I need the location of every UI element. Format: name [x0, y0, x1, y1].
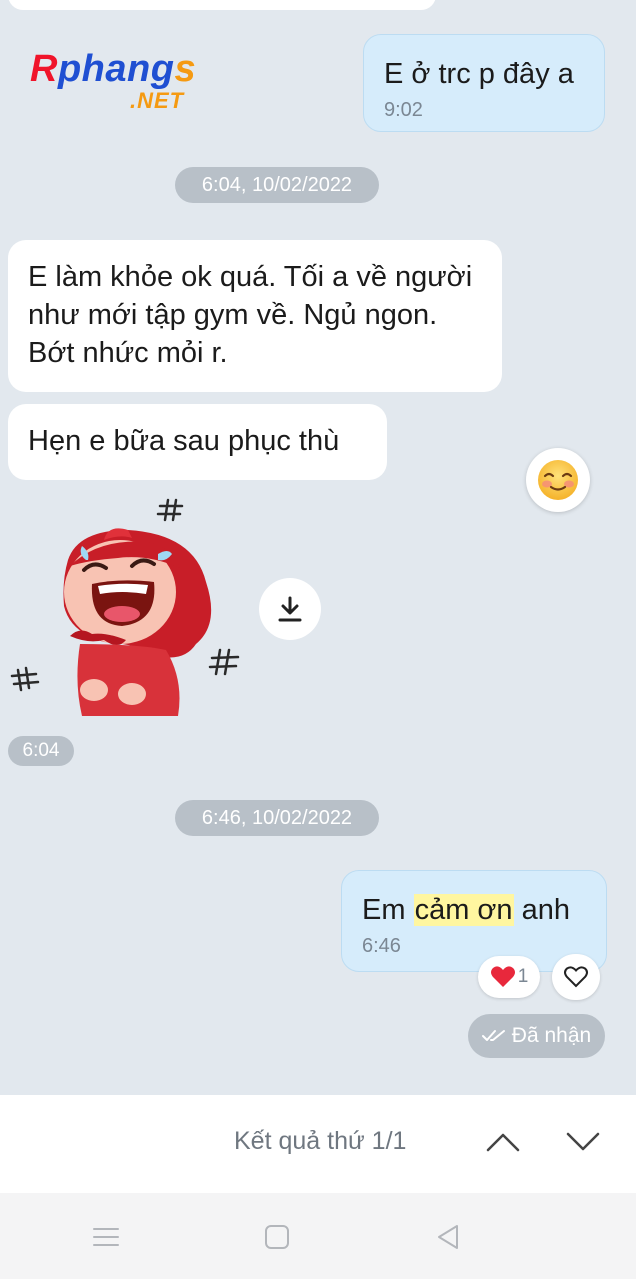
search-result-text: Kết quả thứ 1/1	[234, 1127, 407, 1155]
message-time: 6:46	[362, 935, 401, 957]
recent-apps-button[interactable]	[86, 1217, 126, 1257]
incoming-message[interactable]: E làm khỏe ok quá. Tối a về người như mớ…	[8, 240, 502, 392]
laughing-girl-sticker[interactable]	[8, 494, 248, 726]
back-button[interactable]	[428, 1217, 468, 1257]
search-highlight: cảm ơn	[413, 894, 514, 926]
menu-icon	[93, 1228, 119, 1246]
heart-outline-icon	[564, 966, 588, 988]
outgoing-message[interactable]: E ở trc p đây a 9:02	[363, 34, 605, 132]
blushing-emoji-reaction-button[interactable]	[526, 448, 590, 512]
blush-face-icon	[538, 460, 578, 500]
search-result-bar: Kết quả thứ 1/1	[0, 1095, 636, 1193]
square-icon	[265, 1225, 289, 1249]
message-text: E ở trc p đây a	[384, 58, 574, 90]
heart-icon	[490, 966, 515, 987]
incoming-message[interactable]: Hẹn e bữa sau phục thù	[8, 404, 387, 480]
reaction-count-badge[interactable]: 1	[478, 956, 540, 998]
watermark-logo: Rphangs .NET	[30, 48, 197, 113]
message-text: E làm khỏe ok quá. Tối a về người như mớ…	[28, 261, 473, 369]
previous-result-button[interactable]	[480, 1119, 526, 1165]
message-text: Hẹn e bữa sau phục thù	[28, 425, 340, 457]
chevron-down-icon	[566, 1132, 600, 1151]
sticker-time: 6:04	[8, 736, 74, 766]
download-button[interactable]	[259, 578, 321, 640]
system-navigation-bar	[0, 1193, 636, 1279]
download-icon	[278, 596, 302, 622]
sticker-image	[10, 498, 240, 716]
chat-area: Rphangs .NET E ở trc p đây a 9:02 6:04, …	[0, 0, 636, 1095]
react-heart-button[interactable]	[552, 954, 600, 1000]
double-check-icon	[481, 1030, 505, 1041]
reaction-count: 1	[517, 966, 529, 987]
status-label: Đã nhận	[511, 1024, 592, 1047]
back-triangle-icon	[438, 1225, 458, 1249]
message-text: Em cảm ơn anh	[362, 894, 571, 926]
message-time: 9:02	[384, 99, 423, 121]
home-button[interactable]	[257, 1217, 297, 1257]
next-result-button[interactable]	[560, 1119, 606, 1165]
previous-message-bubble[interactable]	[8, 0, 436, 10]
chevron-up-icon	[486, 1133, 520, 1152]
delivery-status: Đã nhận	[468, 1014, 605, 1058]
date-separator: 6:04, 10/02/2022	[175, 167, 379, 203]
date-separator: 6:46, 10/02/2022	[175, 800, 379, 836]
